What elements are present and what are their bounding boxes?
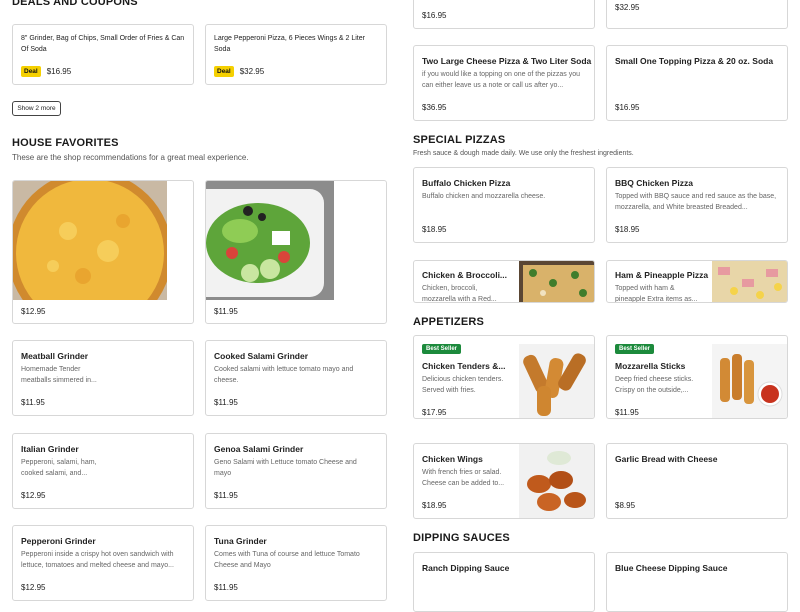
menu-item-price: $18.95 <box>615 225 640 234</box>
favorite-price: $12.95 <box>21 307 46 316</box>
menu-item-name: BBQ Chicken Pizza <box>615 178 693 188</box>
menu-item-name: Blue Cheese Dipping Sauce <box>615 563 728 573</box>
menu-item-name: Pepperoni Grinder <box>21 536 96 546</box>
deal-price: $32.95 <box>239 67 265 76</box>
chicken-wings-image <box>519 444 594 518</box>
menu-item-card[interactable]: Blue Cheese Dipping Sauce <box>606 552 788 612</box>
menu-item-description: Topped with ham & pineapple Extra items … <box>615 285 698 303</box>
menu-item-description: if you would like a topping on one of th… <box>422 71 580 89</box>
ham-pineapple-pizza-image <box>712 261 787 302</box>
deal-description: Large Pepperoni Pizza, 6 Pieces Wings & … <box>214 35 365 53</box>
best-seller-badge: Best Seller <box>615 344 655 354</box>
menu-item-price: $16.95 <box>422 11 447 20</box>
menu-item-name: Chicken Tenders &... <box>422 361 506 371</box>
menu-item-price: $17.95 <box>422 408 447 417</box>
menu-item-name: Mozzarella Sticks <box>615 361 686 371</box>
menu-item-price: $11.95 <box>615 408 639 417</box>
menu-item-card[interactable]: Meatball Grinder Homemade Tender meatbal… <box>12 340 194 416</box>
menu-item-description: Geno Salami with Lettuce tomato Cheese a… <box>214 459 357 477</box>
favorite-photo-card[interactable]: $12.95 <box>12 180 194 324</box>
deal-price: $16.95 <box>46 67 72 76</box>
menu-item-name: Genoa Salami Grinder <box>214 444 304 454</box>
special-pizzas-title: SPECIAL PIZZAS <box>413 134 506 146</box>
deal-badge: Deal <box>214 66 234 77</box>
menu-item-price: $18.95 <box>422 225 447 234</box>
menu-item-card[interactable]: Best Seller Mozzarella Sticks Deep fried… <box>606 335 788 419</box>
menu-item-name: Tuna Grinder <box>214 536 267 546</box>
menu-item-description: Topped with BBQ sauce and red sauce as t… <box>615 193 777 211</box>
menu-item-card[interactable]: Genoa Salami Grinder Geno Salami with Le… <box>205 433 387 509</box>
favorite-photo-card[interactable]: $11.95 <box>205 180 387 324</box>
menu-item-price: $12.95 <box>21 491 46 500</box>
menu-item-card[interactable]: Chicken Wings With french fries or salad… <box>413 443 595 519</box>
mozzarella-sticks-image <box>712 344 787 418</box>
menu-item-description: Buffalo chicken and mozzarella cheese. <box>422 193 546 200</box>
menu-item-card[interactable]: Italian Grinder Pepperoni, salami, ham, … <box>12 433 194 509</box>
appetizers-title: APPETIZERS <box>413 316 485 328</box>
menu-item-card[interactable]: Ham & Pineapple Pizza Topped with ham & … <box>606 260 788 303</box>
menu-item-description: Chicken, broccoli, mozzarella with a Red… <box>422 285 497 303</box>
menu-item-name: Chicken & Broccoli... <box>422 270 508 280</box>
menu-item-card[interactable]: $16.95 <box>413 0 595 29</box>
menu-item-price: $32.95 <box>615 3 640 12</box>
menu-item-price: $11.95 <box>21 398 45 407</box>
menu-item-price: $18.95 <box>422 501 447 510</box>
menu-item-price: $11.95 <box>214 398 238 407</box>
chicken-broccoli-pizza-image <box>519 261 594 302</box>
menu-item-name: Chicken Wings <box>422 454 483 464</box>
menu-item-description: Deep fried cheese sticks. Crispy on the … <box>615 376 694 394</box>
menu-item-price: $12.95 <box>21 583 46 592</box>
menu-item-card[interactable]: Cooked Salami Grinder Cooked salami with… <box>205 340 387 416</box>
chicken-tenders-image <box>519 344 594 418</box>
menu-item-description: Cooked salami with lettuce tomato mayo a… <box>214 366 354 384</box>
menu-item-card[interactable]: Tuna Grinder Comes with Tuna of course a… <box>205 525 387 601</box>
menu-item-name: Garlic Bread with Cheese <box>615 454 718 464</box>
menu-item-name: Ranch Dipping Sauce <box>422 563 510 573</box>
menu-item-card[interactable]: BBQ Chicken Pizza Topped with BBQ sauce … <box>606 167 788 243</box>
menu-item-name: Two Large Cheese Pizza & Two Liter Soda <box>422 56 592 66</box>
dipping-sauces-title: DIPPING SAUCES <box>413 532 510 544</box>
menu-item-name: Buffalo Chicken Pizza <box>422 178 511 188</box>
menu-item-name: Ham & Pineapple Pizza <box>615 270 709 280</box>
menu-item-price: $36.95 <box>422 103 447 112</box>
deal-badge: Deal <box>21 66 41 77</box>
menu-item-card[interactable]: Pepperoni Grinder Pepperoni inside a cri… <box>12 525 194 601</box>
menu-item-description: Pepperoni inside a crispy hot oven sandw… <box>21 551 174 569</box>
menu-item-description: With french fries or salad. Cheese can b… <box>422 469 505 487</box>
cheese-pizza-image <box>13 181 167 300</box>
menu-item-description: Homemade Tender meatballs simmered in... <box>21 366 97 384</box>
house-favorites-title: HOUSE FAVORITES <box>12 137 119 149</box>
menu-item-name: Small One Topping Pizza & 20 oz. Soda <box>615 56 774 66</box>
menu-item-price: $8.95 <box>615 501 636 510</box>
menu-item-description: Comes with Tuna of course and lettuce To… <box>214 551 360 569</box>
deal-card[interactable]: Large Pepperoni Pizza, 6 Pieces Wings & … <box>205 24 387 85</box>
salad-image <box>206 181 334 300</box>
menu-item-price: $11.95 <box>214 583 238 592</box>
house-favorites-subtitle: These are the shop recommendations for a… <box>12 153 249 162</box>
menu-item-name: Meatball Grinder <box>21 351 89 361</box>
menu-item-card[interactable]: Best Seller Chicken Tenders &... Delicio… <box>413 335 595 419</box>
favorite-price: $11.95 <box>214 307 238 316</box>
menu-item-description: Delicious chicken tenders. Served with f… <box>422 376 504 394</box>
menu-item-card[interactable]: Small One Topping Pizza & 20 oz. Soda $1… <box>606 45 788 121</box>
menu-item-card[interactable]: Ranch Dipping Sauce <box>413 552 595 612</box>
best-seller-badge: Best Seller <box>422 344 462 354</box>
menu-item-name: Italian Grinder <box>21 444 79 454</box>
deals-section-title: DEALS AND COUPONS <box>12 0 138 8</box>
menu-item-price: $11.95 <box>214 491 238 500</box>
menu-item-card[interactable]: Chicken & Broccoli... Chicken, broccoli,… <box>413 260 595 303</box>
menu-item-card[interactable]: Garlic Bread with Cheese $8.95 <box>606 443 788 519</box>
deal-card[interactable]: 8" Grinder, Bag of Chips, Small Order of… <box>12 24 194 85</box>
menu-item-name: Cooked Salami Grinder <box>214 351 308 361</box>
menu-item-price: $16.95 <box>615 103 640 112</box>
menu-item-card[interactable]: Two Large Cheese Pizza & Two Liter Soda … <box>413 45 595 121</box>
menu-item-card[interactable]: Buffalo Chicken Pizza Buffalo chicken an… <box>413 167 595 243</box>
show-more-button[interactable]: Show 2 more <box>12 101 61 116</box>
special-pizzas-subtitle: Fresh sauce & dough made daily. We use o… <box>413 150 634 157</box>
menu-item-card[interactable]: $32.95 <box>606 0 788 29</box>
menu-item-description: Pepperoni, salami, ham, cooked salami, a… <box>21 459 97 477</box>
deal-description: 8" Grinder, Bag of Chips, Small Order of… <box>21 35 185 53</box>
